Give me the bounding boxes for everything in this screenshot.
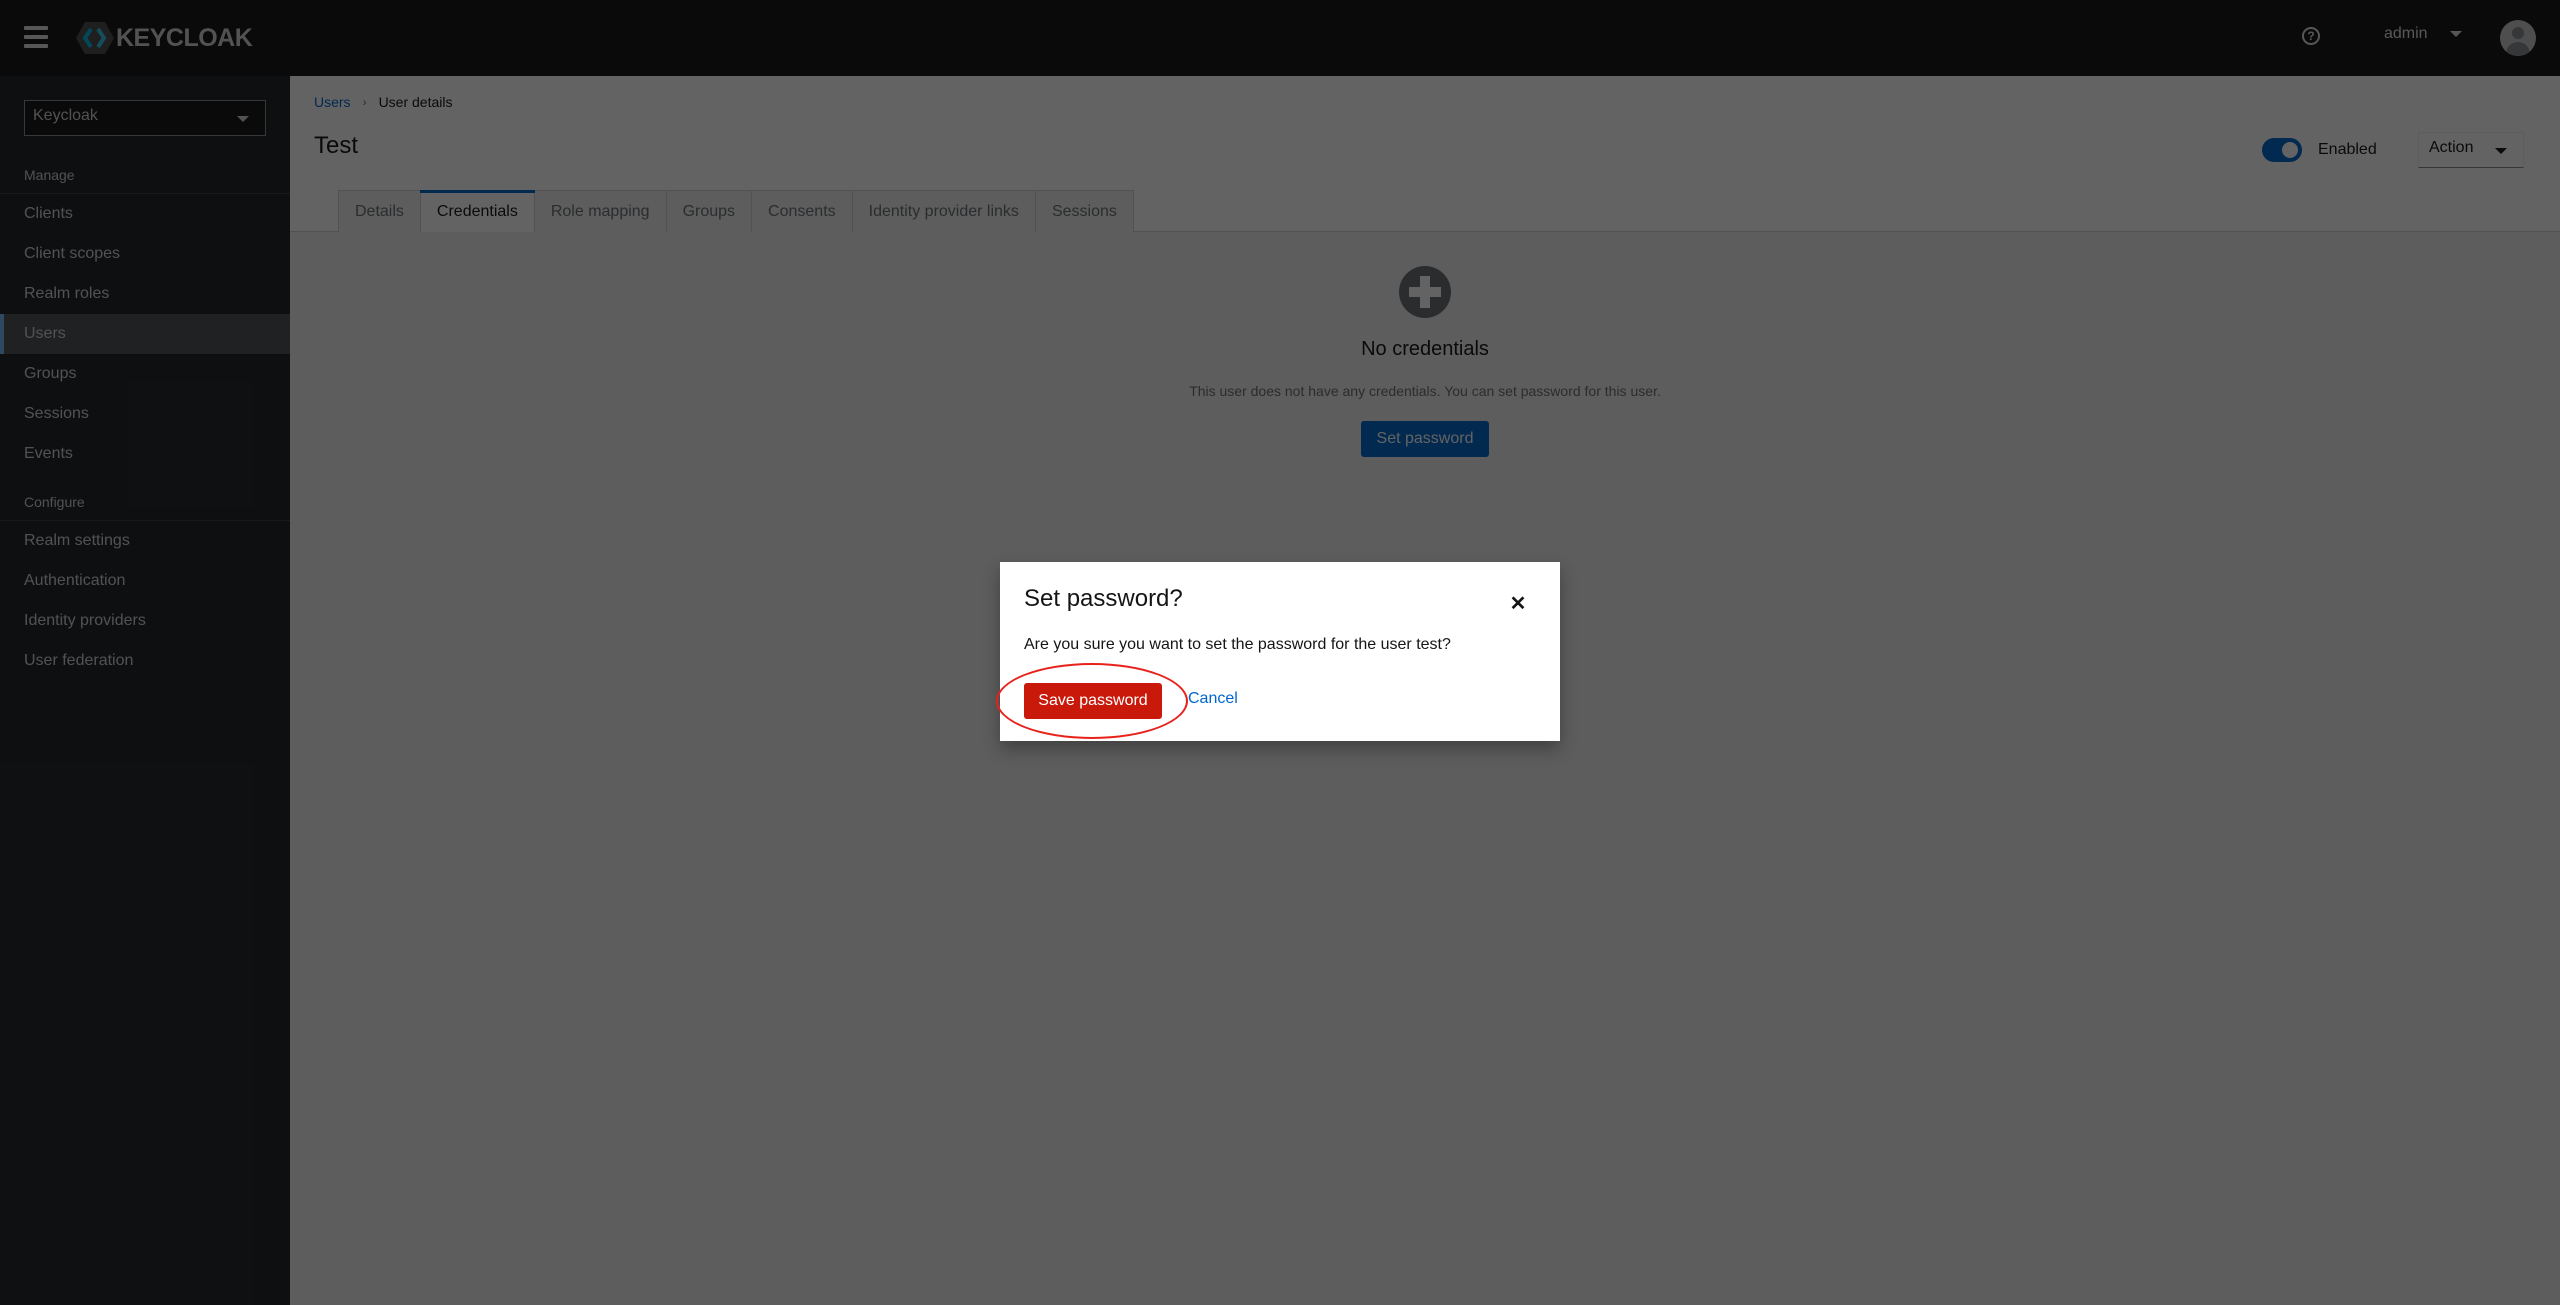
cancel-button[interactable]: Cancel <box>1188 690 1238 708</box>
close-icon[interactable]: ✕ <box>1506 592 1530 616</box>
save-password-button[interactable]: Save password <box>1024 683 1162 719</box>
set-password-modal: Set password? ✕ Are you sure you want to… <box>1000 562 1560 741</box>
modal-body: Are you sure you want to set the passwor… <box>1024 636 1451 653</box>
modal-title: Set password? <box>1024 585 1183 612</box>
